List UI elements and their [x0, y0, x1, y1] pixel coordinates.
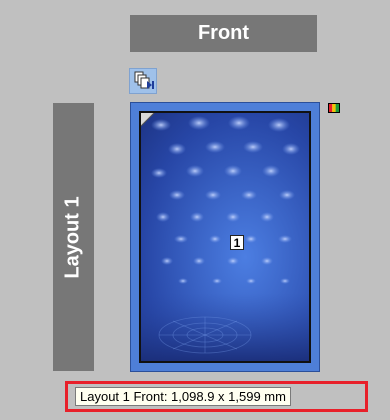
page-number-badge: 1: [230, 235, 244, 250]
status-highlight-box: Layout 1 Front: 1,098.9 x 1,599 mm: [65, 381, 368, 412]
page-thumbnail[interactable]: 1: [130, 102, 320, 372]
front-side-label: Front: [197, 22, 250, 44]
color-swatch-icon[interactable]: [328, 103, 340, 113]
page-artwork-image: 1: [139, 111, 311, 363]
layout-label-text: Layout 1: [62, 195, 84, 279]
page-stack-icon[interactable]: [129, 68, 157, 94]
layout-dimensions-tooltip: Layout 1 Front: 1,098.9 x 1,599 mm: [75, 387, 291, 406]
layout-label-bar: Layout 1: [53, 103, 94, 371]
front-side-header: Front: [130, 15, 317, 52]
page-corner-icon: [141, 113, 155, 127]
